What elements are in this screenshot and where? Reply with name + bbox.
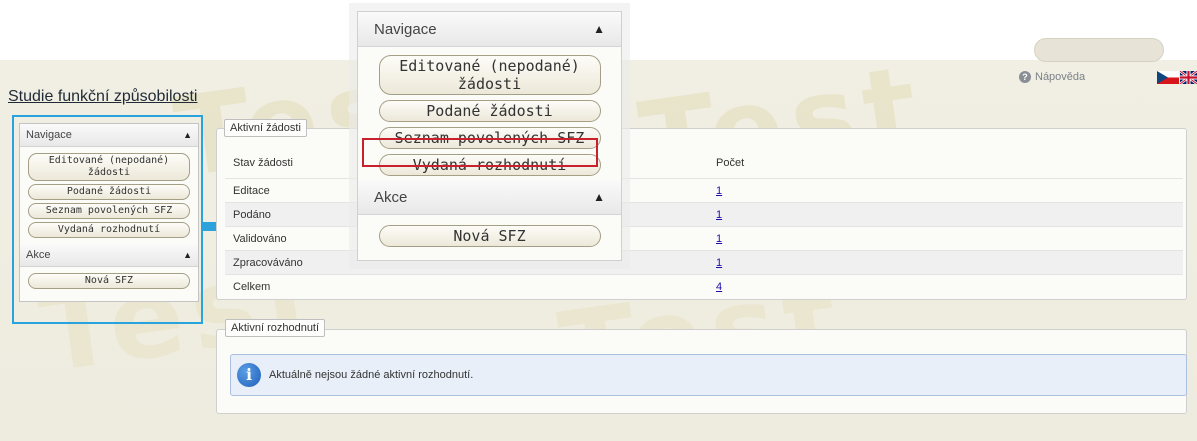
user-pill[interactable] — [1034, 38, 1164, 62]
active-decisions-legend: Aktivní rozhodnutí — [225, 319, 326, 337]
collapse-caret-icon: ▲ — [183, 250, 192, 260]
highlighted-item-frame — [362, 138, 598, 167]
new-sfz-button[interactable]: Nová SFZ — [28, 273, 190, 289]
nav-submitted-requests-button[interactable]: Podané žádosti — [28, 184, 190, 200]
row-count-link[interactable]: 1 — [716, 209, 722, 221]
table-row: Celkem 4 — [225, 274, 1183, 298]
help-link[interactable]: ? Nápověda — [1019, 71, 1085, 83]
info-message: i Aktuálně nejsou žádné aktivní rozhodnu… — [230, 354, 1187, 396]
nav-edited-requests-button[interactable]: Editované (nepodané) žádosti — [28, 153, 190, 181]
row-count-link[interactable]: 1 — [716, 257, 722, 269]
page-title[interactable]: Studie funkční způsobilosti — [8, 88, 197, 106]
sidebar-navigation: Navigace ▲ Editované (nepodané) žádosti … — [19, 123, 199, 302]
cz-flag-icon[interactable] — [1157, 71, 1179, 84]
nav-decisions-button[interactable]: Vydaná rozhodnutí — [28, 222, 190, 238]
zoom-nav-header[interactable]: Navigace ▲ — [358, 12, 621, 47]
active-requests-legend: Aktivní žádosti — [224, 119, 307, 137]
question-icon: ? — [1019, 71, 1031, 83]
zoom-new-sfz-button[interactable]: Nová SFZ — [378, 225, 601, 247]
actions-title: Akce — [26, 249, 51, 261]
zoom-edited-requests-button[interactable]: Editované (nepodané) žádosti — [378, 55, 601, 95]
row-count-link[interactable]: 4 — [716, 281, 722, 293]
collapse-caret-icon: ▲ — [593, 190, 605, 204]
zoom-nav-title: Navigace — [374, 20, 437, 38]
row-count-link[interactable]: 1 — [716, 233, 722, 245]
nav-allowed-sfz-button[interactable]: Seznam povolených SFZ — [28, 203, 190, 219]
collapse-caret-icon: ▲ — [183, 130, 192, 140]
nav-header[interactable]: Navigace ▲ — [20, 124, 198, 147]
help-label: Nápověda — [1035, 71, 1086, 83]
zoom-submitted-requests-button[interactable]: Podané žádosti — [378, 100, 601, 122]
actions-header[interactable]: Akce ▲ — [20, 244, 198, 267]
zoomed-navigation: Navigace ▲ Editované (nepodané) žádosti … — [357, 11, 622, 261]
column-header-count: Počet — [716, 157, 745, 169]
info-message-text: Aktuálně nejsou žádné aktivní rozhodnutí… — [269, 369, 474, 381]
info-icon: i — [237, 363, 261, 387]
zoom-actions-header[interactable]: Akce ▲ — [358, 180, 621, 215]
row-count-link[interactable]: 1 — [716, 185, 722, 197]
uk-flag-icon[interactable] — [1180, 71, 1197, 84]
zoom-actions-title: Akce — [374, 188, 408, 206]
nav-title: Navigace — [26, 129, 72, 141]
collapse-caret-icon: ▲ — [593, 22, 605, 36]
row-status: Celkem — [225, 274, 708, 298]
